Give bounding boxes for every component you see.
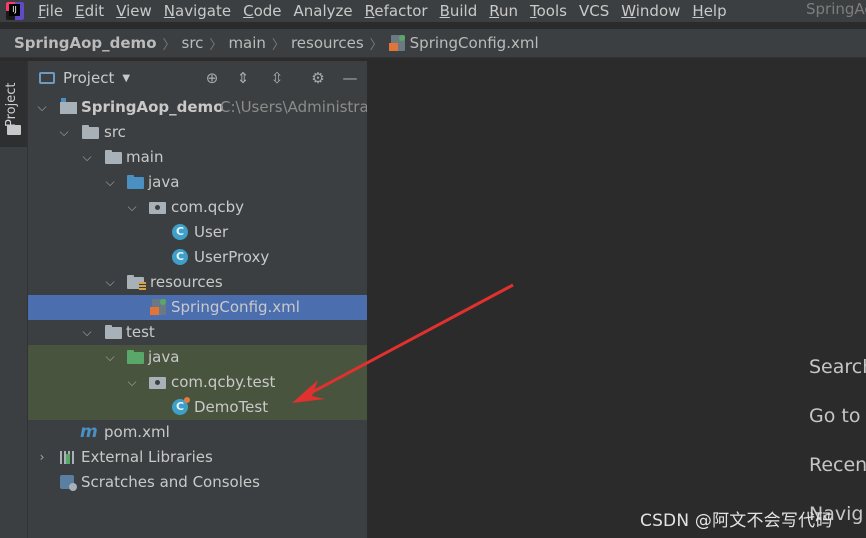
annotation-arrow <box>292 283 514 403</box>
watermark: CSDN @阿文不会写代码 <box>640 511 833 531</box>
annotation-arrow-shaft <box>304 283 514 398</box>
annotation-arrow-head <box>292 380 325 403</box>
